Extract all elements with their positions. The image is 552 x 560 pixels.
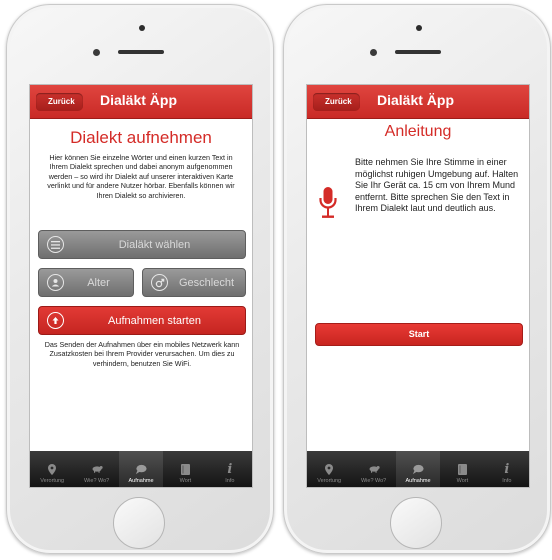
data-cost-note: Das Senden der Aufnahmen über ein mobile…: [44, 340, 240, 368]
screen-record-dialect: Zurück Dialäkt Äpp Dialekt aufnehmen Hie…: [29, 84, 253, 488]
start-recording-button[interactable]: Aufnahmen starten: [38, 306, 246, 335]
tab-label: Wie? Wo?: [83, 478, 110, 484]
pin-icon: [46, 463, 58, 475]
app-title: Dialäkt Äpp: [377, 92, 455, 108]
tab-label: Wort: [456, 478, 469, 484]
animal-icon: [91, 463, 103, 475]
navigation-bar: Zurück Dialäkt Äpp: [307, 85, 529, 119]
tab-info[interactable]: i Info: [208, 451, 252, 487]
intro-text: Hier können Sie einzelne Wörter und eine…: [47, 153, 235, 200]
earpiece-speaker: [395, 50, 441, 54]
chat-icon: [135, 463, 147, 475]
tab-label: Aufnahme: [405, 478, 431, 484]
info-icon: i: [504, 461, 510, 477]
sensor-dot: [370, 49, 377, 56]
tab-aufnahme[interactable]: Aufnahme: [395, 451, 441, 487]
tab-aufnahme[interactable]: Aufnahme: [118, 451, 164, 487]
tab-label: Wort: [179, 478, 192, 484]
tab-label: Wie? Wo?: [360, 478, 387, 484]
gender-label: Geschlecht: [178, 276, 235, 289]
front-camera: [416, 25, 422, 31]
tab-wie-wo[interactable]: Wie? Wo?: [351, 451, 395, 487]
book-icon: [456, 463, 468, 475]
back-button[interactable]: Zurück: [36, 93, 83, 111]
choose-dialect-button[interactable]: Dialäkt wählen: [38, 230, 246, 259]
gender-icon: [151, 274, 168, 291]
content-area: Dialekt aufnehmen Hier können Sie einzel…: [30, 119, 252, 200]
age-button[interactable]: Alter: [38, 268, 134, 297]
tab-label: Verortung: [40, 478, 65, 484]
tab-verortung[interactable]: Verortung: [30, 451, 74, 487]
sensor-dot: [93, 49, 100, 56]
tab-label: Verortung: [317, 478, 342, 484]
back-button[interactable]: Zurück: [313, 93, 360, 111]
front-camera: [139, 25, 145, 31]
book-icon: [179, 463, 191, 475]
tab-label: Info: [502, 478, 512, 484]
page-title: Dialekt aufnehmen: [70, 128, 212, 147]
phone-right: Zurück Dialäkt Äpp Anleitung Bitte nehme…: [283, 4, 551, 554]
age-label: Alter: [87, 276, 110, 289]
phone-left: Zurück Dialäkt Äpp Dialekt aufnehmen Hie…: [6, 4, 274, 554]
tab-bar: Verortung Wie? Wo? Aufnahme Wort i Info: [30, 451, 252, 487]
tab-label: Info: [225, 478, 235, 484]
animal-icon: [368, 463, 380, 475]
app-title: Dialäkt Äpp: [100, 92, 178, 108]
gender-button[interactable]: Geschlecht: [142, 268, 246, 297]
tab-verortung[interactable]: Verortung: [307, 451, 351, 487]
tab-label: Aufnahme: [128, 478, 154, 484]
upload-icon: [47, 312, 64, 329]
content-area: Anleitung: [307, 119, 529, 141]
info-icon: i: [227, 461, 233, 477]
microphone-icon: [319, 187, 337, 226]
choose-dialect-label: Dialäkt wählen: [118, 238, 191, 251]
home-button[interactable]: [390, 497, 442, 549]
page-title: Anleitung: [384, 123, 452, 140]
tab-wort[interactable]: Wort: [440, 451, 484, 487]
tab-bar: Verortung Wie? Wo? Aufnahme Wort i Info: [307, 451, 529, 487]
tab-wort[interactable]: Wort: [163, 451, 207, 487]
chat-icon: [412, 463, 424, 475]
start-button[interactable]: Start: [315, 323, 523, 346]
start-recording-label: Aufnahmen starten: [108, 314, 201, 327]
list-icon: [47, 236, 64, 253]
tab-wie-wo[interactable]: Wie? Wo?: [74, 451, 118, 487]
instruction-text: Bitte nehmen Sie Ihre Stimme in einer mö…: [355, 157, 519, 213]
pin-icon: [323, 463, 335, 475]
screen-instructions: Zurück Dialäkt Äpp Anleitung Bitte nehme…: [306, 84, 530, 488]
home-button[interactable]: [113, 497, 165, 549]
tab-info[interactable]: i Info: [485, 451, 529, 487]
earpiece-speaker: [118, 50, 164, 54]
person-icon: [47, 274, 64, 291]
navigation-bar: Zurück Dialäkt Äpp: [30, 85, 252, 119]
